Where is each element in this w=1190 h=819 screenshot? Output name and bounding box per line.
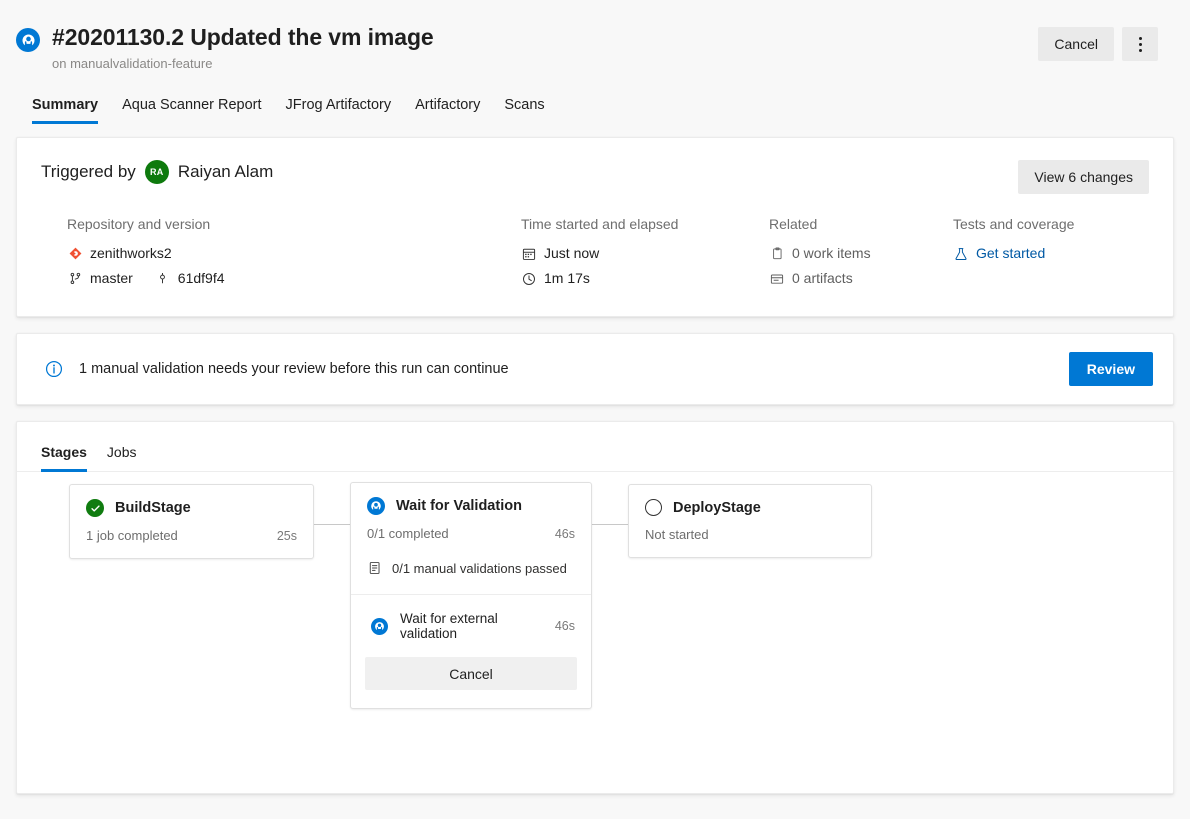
stage-subtitle-row: Not started (629, 516, 871, 557)
stage-check-row[interactable]: Wait for external validation 46s (351, 595, 591, 641)
validation-banner-message: 1 manual validation needs your review be… (79, 361, 1069, 377)
tab-jobs[interactable]: Jobs (97, 440, 147, 471)
azure-pipelines-icon (367, 497, 385, 515)
header-actions: Cancel (1038, 27, 1158, 61)
branch-name: master (90, 267, 133, 290)
azure-pipelines-icon (16, 28, 40, 52)
stage-connector-1 (314, 524, 350, 525)
commit-row[interactable]: 61df9f4 (155, 267, 225, 290)
stage-header: BuildStage (70, 485, 313, 517)
tab-summary[interactable]: Summary (32, 91, 110, 124)
time-started-value: Just now (544, 242, 599, 265)
repository-heading: Repository and version (67, 214, 521, 234)
run-branch-subtitle: on manualvalidation-feature (52, 55, 1038, 73)
triggered-by-row: Triggered by RA Raiyan Alam (41, 160, 1149, 184)
stage-check-duration: 46s (555, 619, 575, 633)
top-tab-bar: Summary Aqua Scanner Report JFrog Artifa… (16, 91, 1158, 125)
stage-duration: 46s (555, 527, 575, 541)
calendar-icon (521, 246, 537, 262)
cancel-run-button[interactable]: Cancel (1038, 27, 1114, 61)
tab-stages[interactable]: Stages (41, 440, 97, 471)
stage-subtitle-row: 1 job completed 25s (70, 517, 313, 558)
commit-icon (155, 271, 171, 287)
commit-sha: 61df9f4 (178, 267, 225, 290)
work-item-icon (769, 246, 785, 262)
stage-cancel-wrap: Cancel (351, 641, 591, 708)
azure-repos-icon (67, 246, 83, 262)
stage-cancel-button[interactable]: Cancel (365, 657, 577, 690)
clock-icon (521, 271, 537, 287)
repository-name: zenithworks2 (90, 242, 172, 265)
stages-card: Stages Jobs BuildStage 1 job completed 2… (16, 421, 1174, 794)
time-elapsed-value: 1m 17s (544, 267, 590, 290)
branch-and-commit-row: master 61df9f4 (67, 267, 521, 290)
stage-manual-validations-row: 0/1 manual validations passed (351, 556, 591, 594)
related-heading: Related (769, 214, 953, 234)
time-heading: Time started and elapsed (521, 214, 769, 234)
triggered-by-label: Triggered by (41, 160, 136, 184)
stage-status-text: Not started (645, 527, 709, 542)
artifact-icon (769, 271, 785, 287)
page-header: #20201130.2 Updated the vm image on manu… (0, 0, 1190, 125)
info-circle-icon (45, 360, 63, 378)
stage-connector-2 (592, 524, 628, 525)
check-circle-icon (86, 499, 104, 517)
stage-card-deploystage[interactable]: DeployStage Not started (628, 484, 872, 558)
repository-row[interactable]: zenithworks2 (67, 242, 521, 265)
avatar: RA (145, 160, 169, 184)
meta-column-tests: Tests and coverage Get started (953, 214, 1149, 290)
stage-name: BuildStage (115, 500, 191, 516)
tests-heading: Tests and coverage (953, 214, 1149, 234)
stage-name: DeployStage (673, 500, 761, 516)
stage-header: Wait for Validation (351, 483, 591, 515)
stage-card-buildstage[interactable]: BuildStage 1 job completed 25s (69, 484, 314, 559)
tests-get-started-row[interactable]: Get started (953, 242, 1149, 265)
time-elapsed-row: 1m 17s (521, 267, 769, 290)
stages-tab-bar: Stages Jobs (17, 422, 1173, 472)
work-items-row[interactable]: 0 work items (769, 242, 953, 265)
artifacts-value: 0 artifacts (792, 267, 853, 290)
meta-column-related: Related 0 work items 0 artifact (769, 214, 953, 290)
beaker-icon (953, 246, 969, 262)
stages-canvas: BuildStage 1 job completed 25s Wait for … (17, 472, 1173, 792)
branch-row[interactable]: master (67, 267, 133, 290)
stage-header: DeployStage (629, 485, 871, 516)
page-title: #20201130.2 Updated the vm image (52, 22, 1038, 52)
stage-subtitle-row: 0/1 completed 46s (351, 515, 591, 556)
stage-card-wait-for-validation[interactable]: Wait for Validation 0/1 completed 46s 0/… (350, 482, 592, 709)
meta-column-time: Time started and elapsed (521, 214, 769, 290)
more-options-button[interactable] (1122, 27, 1158, 61)
stage-check-label: Wait for external validation (400, 611, 555, 641)
header-titles: #20201130.2 Updated the vm image on manu… (52, 22, 1038, 73)
tab-jfrog-artifactory[interactable]: JFrog Artifactory (274, 91, 404, 124)
branch-icon (67, 271, 83, 287)
work-items-value: 0 work items (792, 242, 871, 265)
tab-scans[interactable]: Scans (492, 91, 556, 124)
header-row: #20201130.2 Updated the vm image on manu… (16, 22, 1158, 73)
manual-validation-banner: 1 manual validation needs your review be… (16, 333, 1174, 405)
empty-circle-icon (645, 499, 662, 516)
azure-pipelines-icon (371, 618, 388, 635)
tab-artifactory[interactable]: Artifactory (403, 91, 492, 124)
artifacts-row[interactable]: 0 artifacts (769, 267, 953, 290)
checklist-icon (367, 560, 383, 576)
time-started-row: Just now (521, 242, 769, 265)
tests-get-started-link[interactable]: Get started (976, 242, 1045, 265)
view-changes-button[interactable]: View 6 changes (1018, 160, 1149, 194)
triggered-by-user: Raiyan Alam (178, 162, 273, 182)
run-meta-grid: Repository and version zenithworks2 (41, 214, 1149, 290)
tab-aqua-scanner-report[interactable]: Aqua Scanner Report (110, 91, 273, 124)
stage-duration: 25s (277, 529, 297, 543)
run-summary-card: Triggered by RA Raiyan Alam View 6 chang… (16, 137, 1174, 317)
stage-status-text: 1 job completed (86, 528, 178, 543)
meta-column-repository: Repository and version zenithworks2 (41, 214, 521, 290)
stage-manual-validations-text: 0/1 manual validations passed (392, 561, 567, 576)
more-vertical-icon (1139, 37, 1142, 52)
review-button[interactable]: Review (1069, 352, 1153, 386)
stage-status-text: 0/1 completed (367, 526, 449, 541)
stage-name: Wait for Validation (396, 498, 522, 514)
